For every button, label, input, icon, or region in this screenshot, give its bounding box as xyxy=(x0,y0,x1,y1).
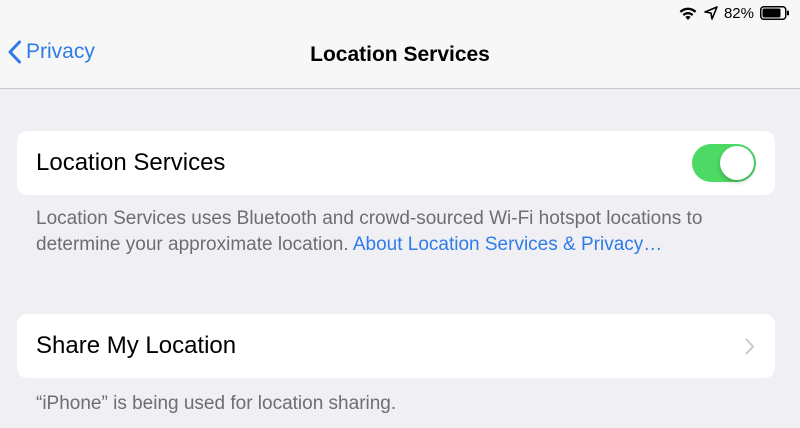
wifi-icon xyxy=(678,5,698,21)
share-my-location-label: Share My Location xyxy=(36,332,237,359)
location-services-label: Location Services xyxy=(36,149,226,176)
location-arrow-icon xyxy=(704,6,718,20)
about-location-privacy-link[interactable]: About Location Services & Privacy… xyxy=(353,234,662,255)
location-services-row: Location Services xyxy=(17,131,775,195)
toggle-knob xyxy=(720,146,754,180)
battery-icon xyxy=(760,6,790,20)
location-services-footer: Location Services uses Bluetooth and cro… xyxy=(36,206,766,258)
chevron-right-icon xyxy=(745,338,755,360)
status-bar: 82% xyxy=(678,3,790,23)
location-services-toggle[interactable] xyxy=(692,144,756,182)
share-my-location-row[interactable]: Share My Location xyxy=(17,314,775,378)
page-title: Location Services xyxy=(310,43,490,66)
navigation-bar: Privacy Location Services xyxy=(0,30,800,82)
battery-percent: 82% xyxy=(723,4,754,22)
share-my-location-footer: “iPhone” is being used for location shar… xyxy=(36,393,397,414)
top-bar: 82% Privacy Location Services xyxy=(0,0,800,89)
